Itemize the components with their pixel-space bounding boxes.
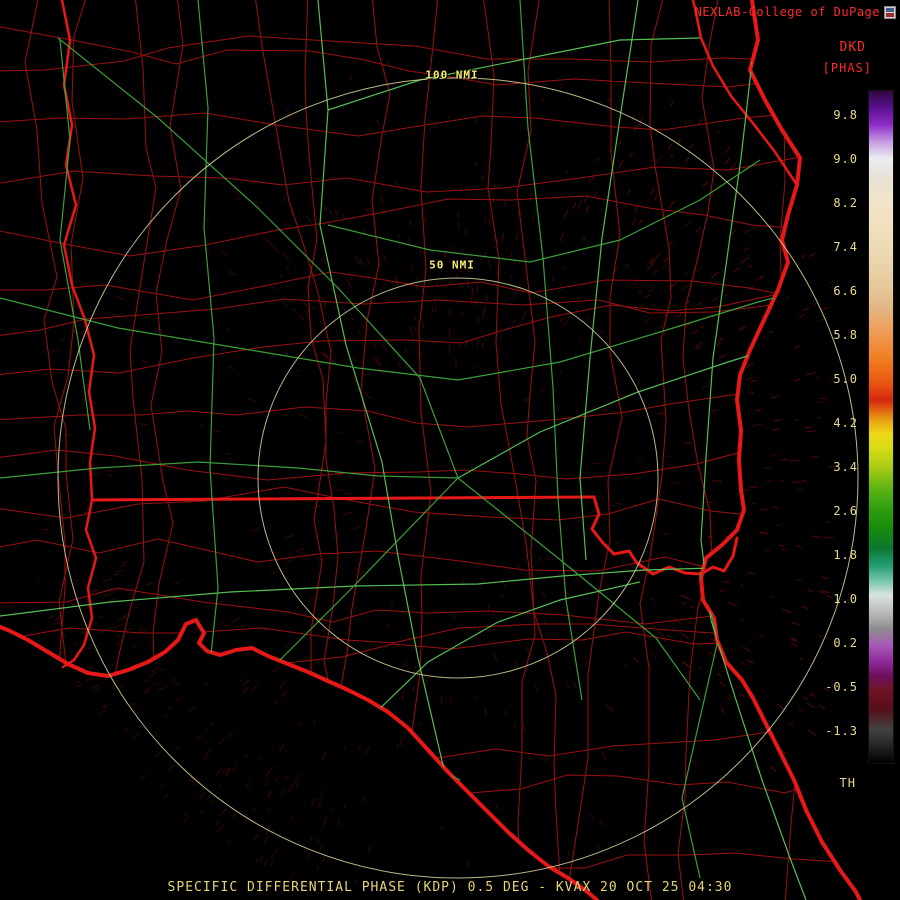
product-code: DKD (839, 40, 866, 55)
state-borders (0, 0, 862, 900)
range-ring-50-label: 50 NMI (429, 258, 475, 272)
brand-text: NEXLAB-College of DuPage (694, 5, 880, 19)
st-marys-river (590, 495, 739, 576)
product-phase-tag: [PHAS] (822, 61, 872, 75)
highways (0, 0, 829, 900)
apalachicola-river (61, 498, 98, 669)
range-ring-100-label: 100 NMI (425, 68, 479, 82)
county-boundaries (0, 0, 860, 900)
savannah-river (691, 0, 799, 187)
atlantic-coastline (699, 0, 862, 900)
radar-display: 100 NMI 50 NMI NEXLAB-College of DuPage … (0, 0, 900, 900)
header: NEXLAB-College of DuPage (695, 5, 896, 19)
state-border-west (60, 0, 97, 502)
nexlab-logo-icon (884, 5, 896, 19)
radar-map-canvas (0, 0, 862, 900)
product-title: SPECIFIC DIFFERENTIAL PHASE (KDP) 0.5 DE… (167, 880, 733, 895)
